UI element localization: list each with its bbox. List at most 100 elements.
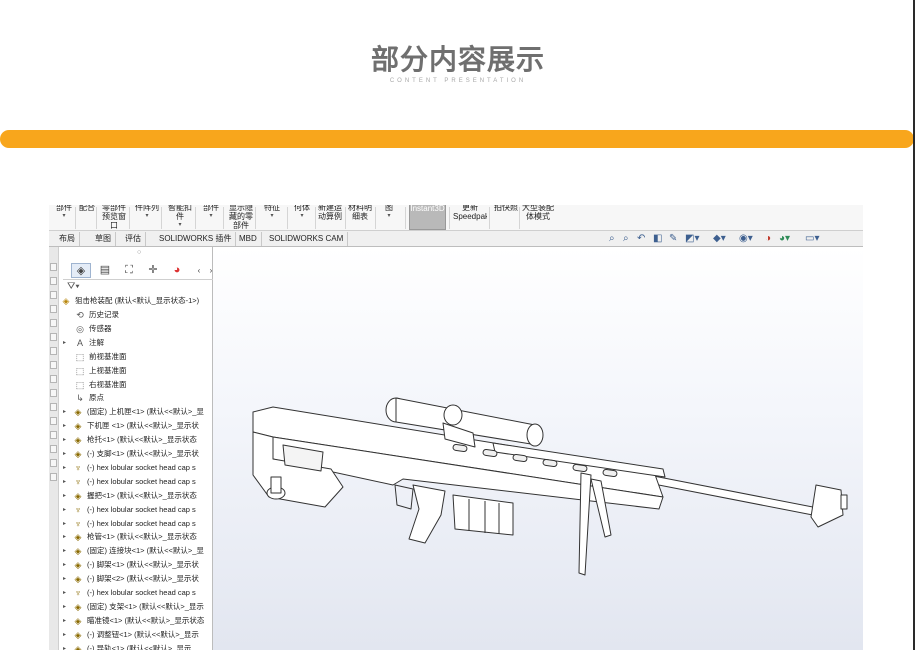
apply-scene-icon[interactable]: ◕▾ [779, 233, 790, 244]
display-manager-tab[interactable]: ◕ [167, 263, 187, 278]
taskpane-icon[interactable] [50, 403, 57, 411]
tree-item[interactable]: ▸ ◈ (固定) 支架<1> (默认<<默认>_显示 [59, 600, 213, 614]
tab-0[interactable]: 布局 [55, 232, 80, 246]
taskpane-icon[interactable] [50, 389, 57, 397]
ribbon-button[interactable]: 图 ▾ [377, 205, 401, 231]
tree-item[interactable]: ⬚ 右视基准面 [59, 378, 213, 392]
expand-arrow-icon[interactable]: ▸ [63, 503, 69, 517]
taskpane-icon[interactable] [50, 473, 57, 481]
tab-3[interactable]: SOLIDWORKS 插件 [155, 232, 237, 246]
taskpane-icon[interactable] [50, 459, 57, 467]
expand-arrow-icon[interactable]: ▸ [63, 419, 69, 433]
ribbon-button[interactable]: 部件 ▾ [199, 205, 223, 231]
ribbon-button[interactable]: 显示隐藏的零部件 [227, 205, 255, 231]
expand-arrow-icon[interactable]: ▸ [63, 586, 69, 600]
ribbon-button[interactable]: 特征 ▾ [259, 205, 285, 231]
tree-item[interactable]: ▸ ◈ 下机匣 <1> (默认<<默认>_显示状 [59, 419, 213, 433]
expand-arrow-icon[interactable]: ▸ [63, 600, 69, 614]
tree-item[interactable]: ▸ ◈ (-) 支脚<1> (默认<<默认>_显示状 [59, 447, 213, 461]
expand-arrow-icon[interactable]: ▸ [63, 517, 69, 531]
tree-item[interactable]: ▸ A 注解 [59, 336, 213, 350]
feature-manager-tab[interactable]: ◈ [71, 263, 91, 278]
tree-item[interactable]: ▸ ◈ (-) 导轨<1> (默认<<默认>_显示 [59, 642, 213, 650]
ribbon-button[interactable]: 更新Speedpak [453, 205, 487, 231]
splitter-handle-icon[interactable]: ○ [137, 249, 141, 256]
taskpane-icon[interactable] [50, 375, 57, 383]
expand-arrow-icon[interactable]: ▸ [63, 614, 69, 628]
edit-appearance-icon[interactable]: ◑ [765, 233, 771, 244]
view-settings-icon[interactable]: ▭▾ [805, 233, 819, 244]
taskpane-icon[interactable] [50, 361, 57, 369]
zoom-to-fit-icon[interactable]: ⌕ [609, 233, 615, 244]
instant3d-button[interactable]: Instant3D [409, 205, 446, 230]
tree-item[interactable]: ▸ ♆ (-) hex lobular socket head cap s [59, 586, 213, 600]
ribbon-button[interactable]: 部件 ▾ [53, 205, 75, 231]
view-orientation-icon[interactable]: ◩▾ [685, 233, 699, 244]
ribbon-button[interactable]: 零部件预览窗口 [99, 205, 129, 231]
zoom-to-area-icon[interactable]: ⌕ [623, 233, 629, 244]
display-style-icon[interactable]: ◆▾ [713, 233, 726, 244]
taskpane-icon[interactable] [50, 431, 57, 439]
hide-show-items-icon[interactable]: ◉▾ [739, 233, 753, 244]
tab-5[interactable]: SOLIDWORKS CAM [265, 232, 349, 246]
tree-item[interactable]: ▸ ◈ (-) 脚架<1> (默认<<默认>_显示状 [59, 558, 213, 572]
ribbon-button[interactable]: 何体 ▾ [289, 205, 315, 231]
section-view-icon[interactable]: ◧ [653, 233, 662, 244]
tree-root-assembly[interactable]: ◈ 狙击枪装配 (默认<默认_显示状态-1>) [59, 294, 213, 308]
expand-arrow-icon[interactable]: ▸ [63, 433, 69, 447]
expand-arrow-icon[interactable]: ▸ [63, 336, 69, 350]
expand-arrow-icon[interactable]: ▸ [63, 530, 69, 544]
ribbon-button[interactable]: 材料明细表 [347, 205, 373, 231]
ribbon-button[interactable]: 智能扣件 ▾ [165, 205, 195, 231]
tree-item[interactable]: ▸ ♆ (-) hex lobular socket head cap s [59, 503, 213, 517]
tree-item[interactable]: ▸ ♆ (-) hex lobular socket head cap s [59, 475, 213, 489]
tree-item[interactable]: ▸ ◈ (固定) 连接块<1> (默认<<默认>_显 [59, 544, 213, 558]
tree-item[interactable]: ▸ ◈ 枪托<1> (默认<<默认>_显示状态 [59, 433, 213, 447]
ribbon-button[interactable]: 新建运动算例 [317, 205, 343, 231]
previous-view-icon[interactable]: ↶ [637, 233, 645, 244]
expand-arrow-icon[interactable]: ▸ [63, 447, 69, 461]
expand-arrow-icon[interactable]: ▸ [63, 405, 69, 419]
tree-item[interactable]: ⬚ 前视基准面 [59, 350, 213, 364]
expand-arrow-icon[interactable]: ▸ [63, 544, 69, 558]
expand-arrow-icon[interactable]: ▸ [63, 475, 69, 489]
tree-item[interactable]: ▸ ◈ (-) 调整钮<1> (默认<<默认>_显示 [59, 628, 213, 642]
tree-item[interactable]: ▸ ◈ 握把<1> (默认<<默认>_显示状态 [59, 489, 213, 503]
graphics-viewport[interactable]: ⌕ ⌕ ↶ ◧ ✎ ◩▾ ◆▾ ◉▾ ◑ ◕▾ ▭▾ [213, 233, 863, 650]
tree-item[interactable]: ▸ ◈ 瞄准镜<1> (默认<<默认>_显示状态 [59, 614, 213, 628]
tree-item[interactable]: ▸ ◈ 枪管<1> (默认<<默认>_显示状态 [59, 530, 213, 544]
taskpane-icon[interactable] [50, 445, 57, 453]
tree-item[interactable]: ⬚ 上视基准面 [59, 364, 213, 378]
taskpane-icon[interactable] [50, 347, 57, 355]
taskpane-icon[interactable] [50, 333, 57, 341]
configuration-manager-tab[interactable]: ⛶ [119, 263, 139, 278]
taskpane-icon[interactable] [50, 305, 57, 313]
expand-arrow-icon[interactable]: ▸ [63, 558, 69, 572]
ribbon-button[interactable]: 件阵列 ▾ [133, 205, 161, 231]
taskpane-icon[interactable] [50, 263, 57, 271]
expand-arrow-icon[interactable]: ▸ [63, 489, 69, 503]
ribbon-button[interactable]: 大型装配体模式 [521, 205, 555, 231]
dimxpert-tab[interactable]: ✛ [143, 263, 163, 278]
tree-item[interactable]: ▸ ◈ (固定) 上机匣<1> (默认<<默认>_显 [59, 405, 213, 419]
taskpane-icon[interactable] [50, 291, 57, 299]
ribbon-button[interactable]: 拍快照 [493, 205, 519, 231]
expand-arrow-icon[interactable]: ▸ [63, 628, 69, 642]
tab-4[interactable]: MBD [235, 232, 262, 246]
taskpane-icon[interactable] [50, 277, 57, 285]
tab-2[interactable]: 评估 [121, 232, 146, 246]
tree-item[interactable]: ▸ ♆ (-) hex lobular socket head cap s [59, 461, 213, 475]
tree-item[interactable]: ⟲ 历史记录 [59, 308, 213, 322]
tree-item[interactable]: ↳ 原点 [59, 391, 213, 405]
ribbon-button[interactable]: 配合 [77, 205, 97, 231]
expand-arrow-icon[interactable]: ▸ [63, 572, 69, 586]
property-manager-tab[interactable]: ▤ [95, 263, 115, 278]
tab-1[interactable]: 草图 [91, 232, 116, 246]
taskpane-icon[interactable] [50, 417, 57, 425]
taskpane-icon[interactable] [50, 319, 57, 327]
dynamic-annotation-icon[interactable]: ✎ [669, 233, 677, 244]
tree-item[interactable]: ▸ ◈ (-) 脚架<2> (默认<<默认>_显示状 [59, 572, 213, 586]
expand-arrow-icon[interactable]: ▸ [63, 642, 69, 650]
expand-arrow-icon[interactable]: ▸ [63, 461, 69, 475]
tree-item[interactable]: ▸ ♆ (-) hex lobular socket head cap s [59, 517, 213, 531]
